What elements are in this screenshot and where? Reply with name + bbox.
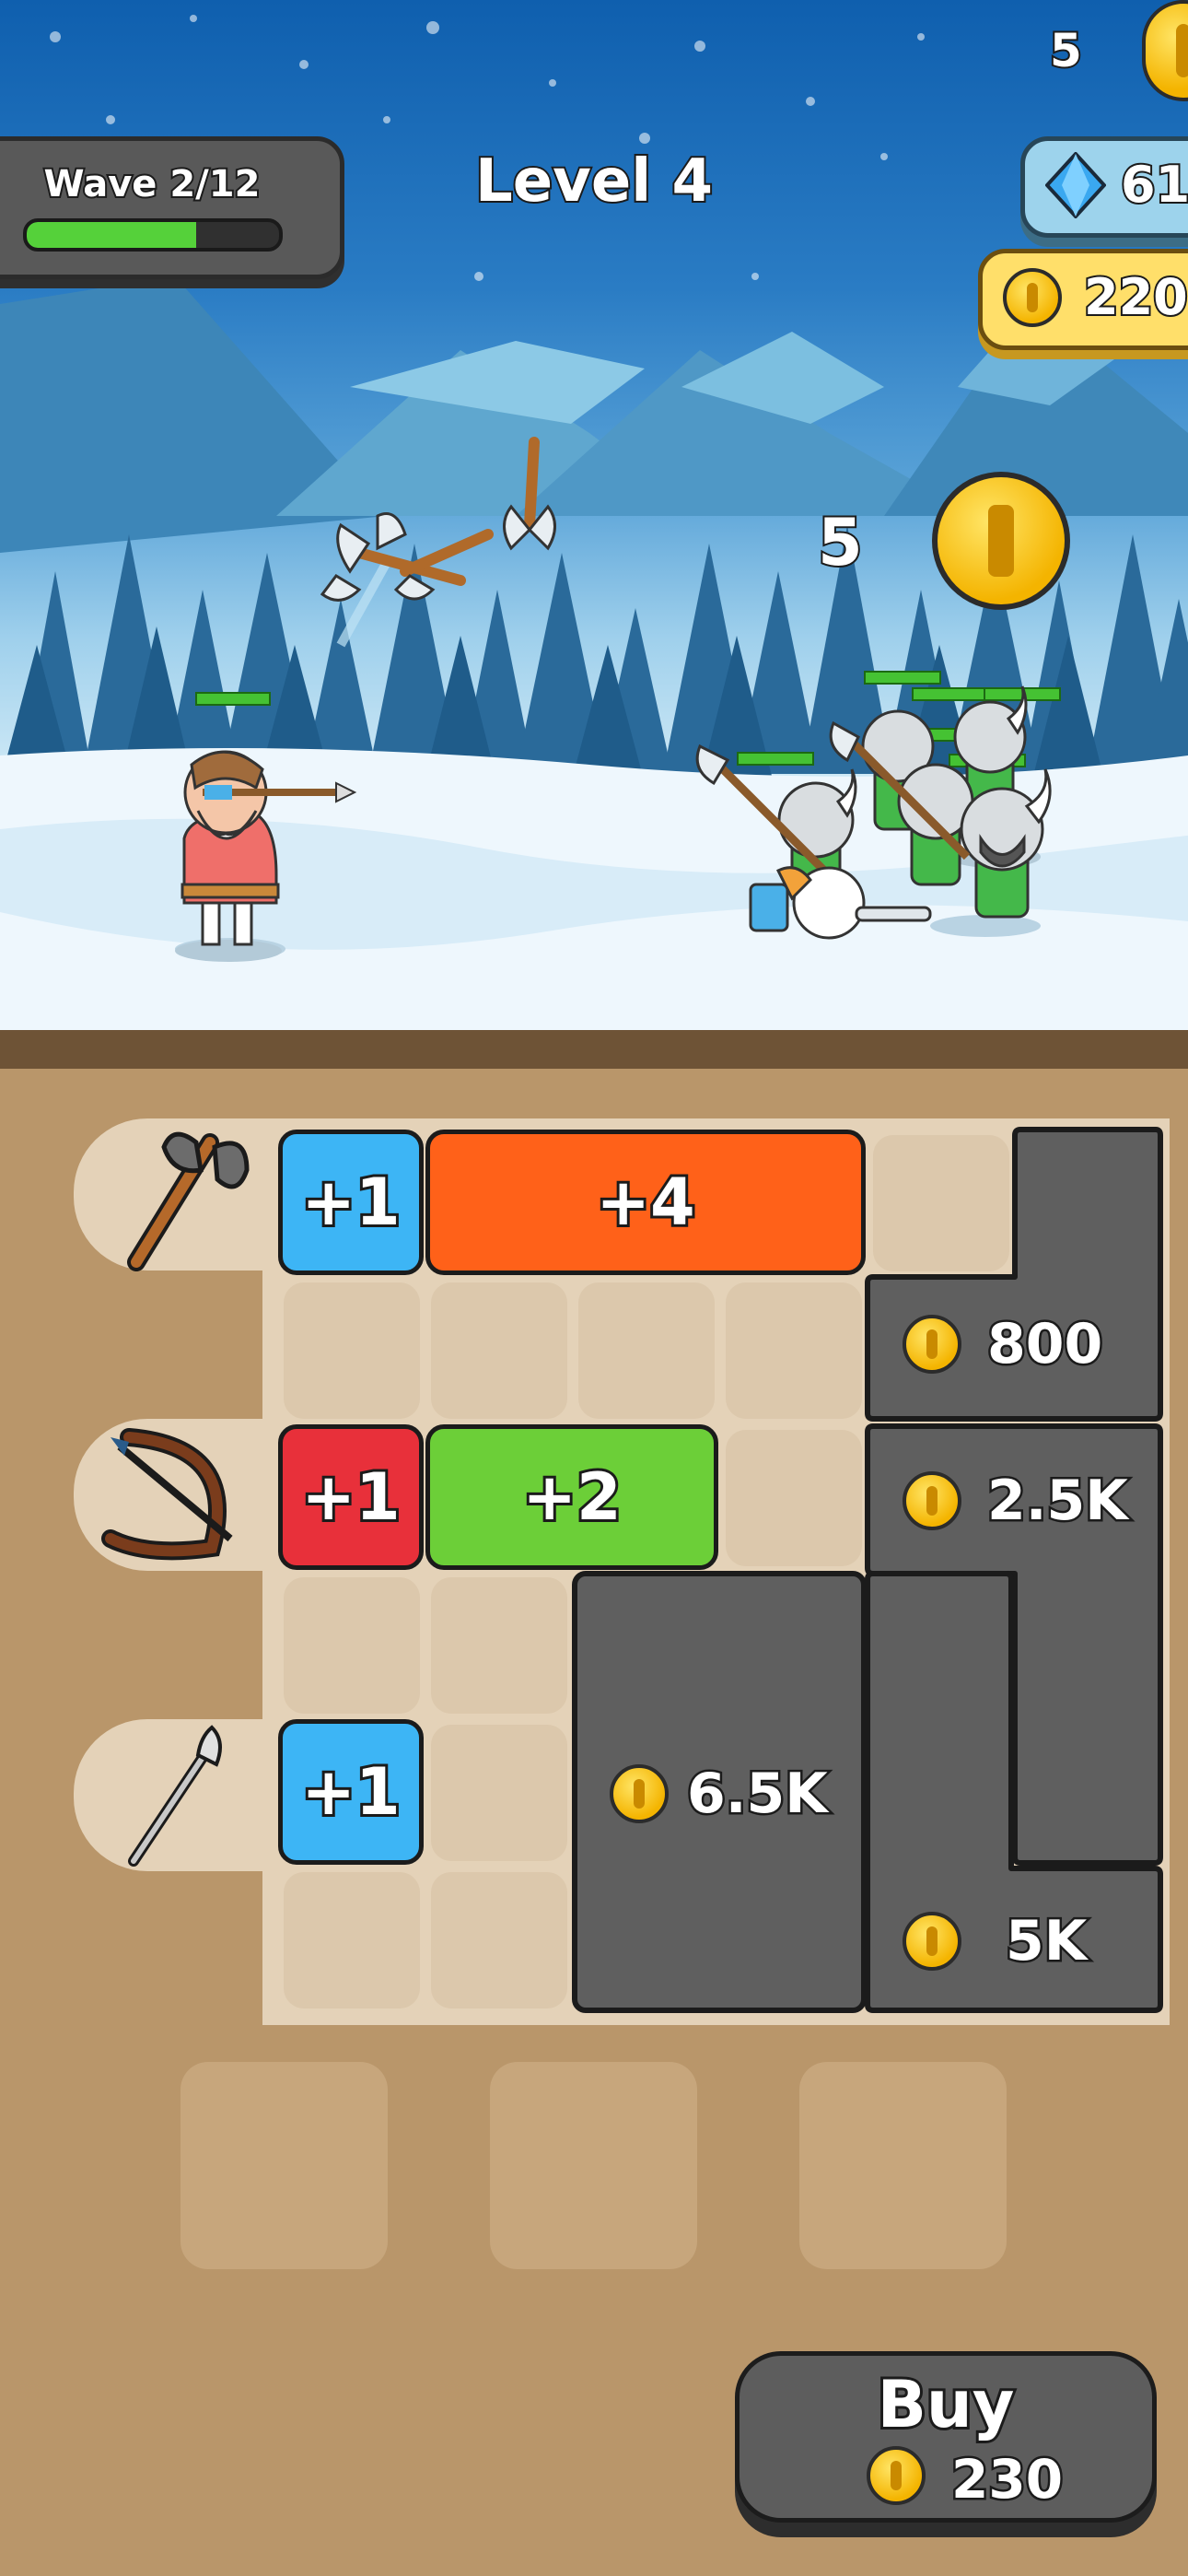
inventory-slot[interactable] — [490, 2062, 697, 2269]
coin-icon — [610, 1764, 669, 1823]
buy-price: 230 — [949, 2446, 1065, 2513]
price-5k[interactable]: 5K — [903, 1907, 1089, 1976]
buy-button[interactable]: Buy 230 — [735, 2351, 1157, 2523]
coin-icon — [903, 1471, 961, 1530]
coin-icon — [867, 2446, 926, 2505]
price-6-5k[interactable]: 6.5K — [610, 1760, 830, 1829]
coin-icon — [903, 1912, 961, 1971]
buy-label: Buy — [875, 2364, 1018, 2445]
coin-icon — [903, 1315, 961, 1374]
price-2-5k[interactable]: 2.5K — [903, 1467, 1130, 1536]
inventory-slot[interactable] — [181, 2062, 388, 2269]
price-800[interactable]: 800 — [903, 1310, 1105, 1379]
locked-areas — [572, 1127, 1163, 2013]
inventory-slot[interactable] — [799, 2062, 1007, 2269]
